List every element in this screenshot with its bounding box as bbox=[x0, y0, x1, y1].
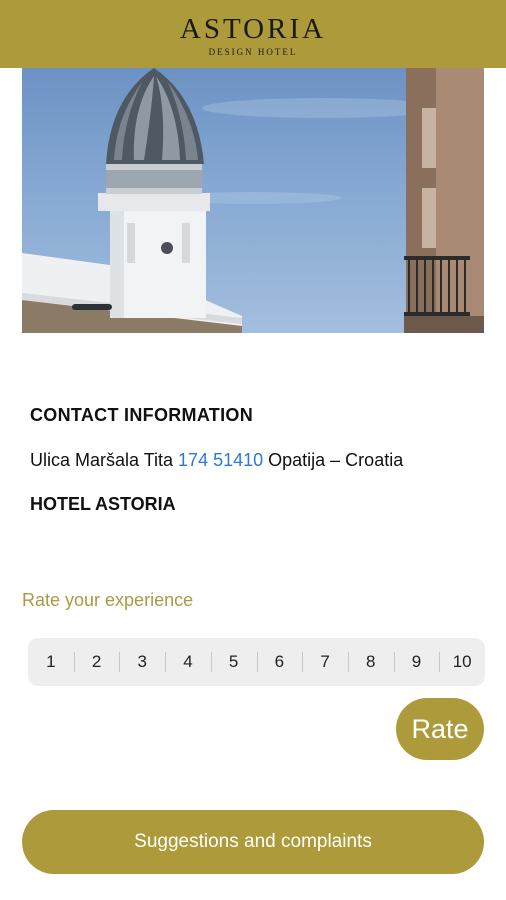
rating-option-10[interactable]: 10 bbox=[439, 638, 485, 686]
contact-title: CONTACT INFORMATION bbox=[30, 405, 254, 425]
rating-option-7[interactable]: 7 bbox=[302, 638, 348, 686]
rate-label: Rate your experience bbox=[22, 590, 194, 610]
rate-button[interactable]: Rate bbox=[396, 698, 484, 760]
hotel-address: Ulica Maršala Tita 174 51410 Opatija – C… bbox=[30, 450, 403, 471]
rating-option-1[interactable]: 1 bbox=[28, 638, 74, 686]
app-header: ASTORIA DESIGN HOTEL bbox=[0, 0, 506, 68]
hotel-photo-image bbox=[22, 68, 484, 333]
rating-selector[interactable]: 1 2 3 4 5 6 7 8 9 10 bbox=[28, 638, 485, 686]
rating-option-6[interactable]: 6 bbox=[256, 638, 303, 686]
rating-option-8[interactable]: 8 bbox=[347, 638, 394, 686]
address-city: Opatija – Croatia bbox=[263, 450, 404, 470]
suggestions-button[interactable]: Suggestions and complaints bbox=[22, 810, 484, 874]
brand-subtitle: DESIGN HOTEL bbox=[208, 46, 298, 57]
brand-logo: ASTORIA bbox=[179, 12, 327, 45]
address-street: Ulica Maršala Tita bbox=[30, 450, 179, 470]
rating-option-9[interactable]: 9 bbox=[393, 638, 440, 686]
phone-link[interactable]: 174 51410 bbox=[178, 450, 263, 470]
hotel-photo bbox=[22, 68, 484, 333]
rating-option-2[interactable]: 2 bbox=[73, 638, 120, 686]
hotel-name: HOTEL ASTORIA bbox=[30, 494, 176, 514]
rating-option-4[interactable]: 4 bbox=[165, 638, 211, 686]
rating-option-5[interactable]: 5 bbox=[210, 638, 257, 686]
contact-section: CONTACT INFORMATION Ulica Maršala Tita 1… bbox=[30, 405, 480, 514]
rating-option-3[interactable]: 3 bbox=[119, 638, 165, 686]
